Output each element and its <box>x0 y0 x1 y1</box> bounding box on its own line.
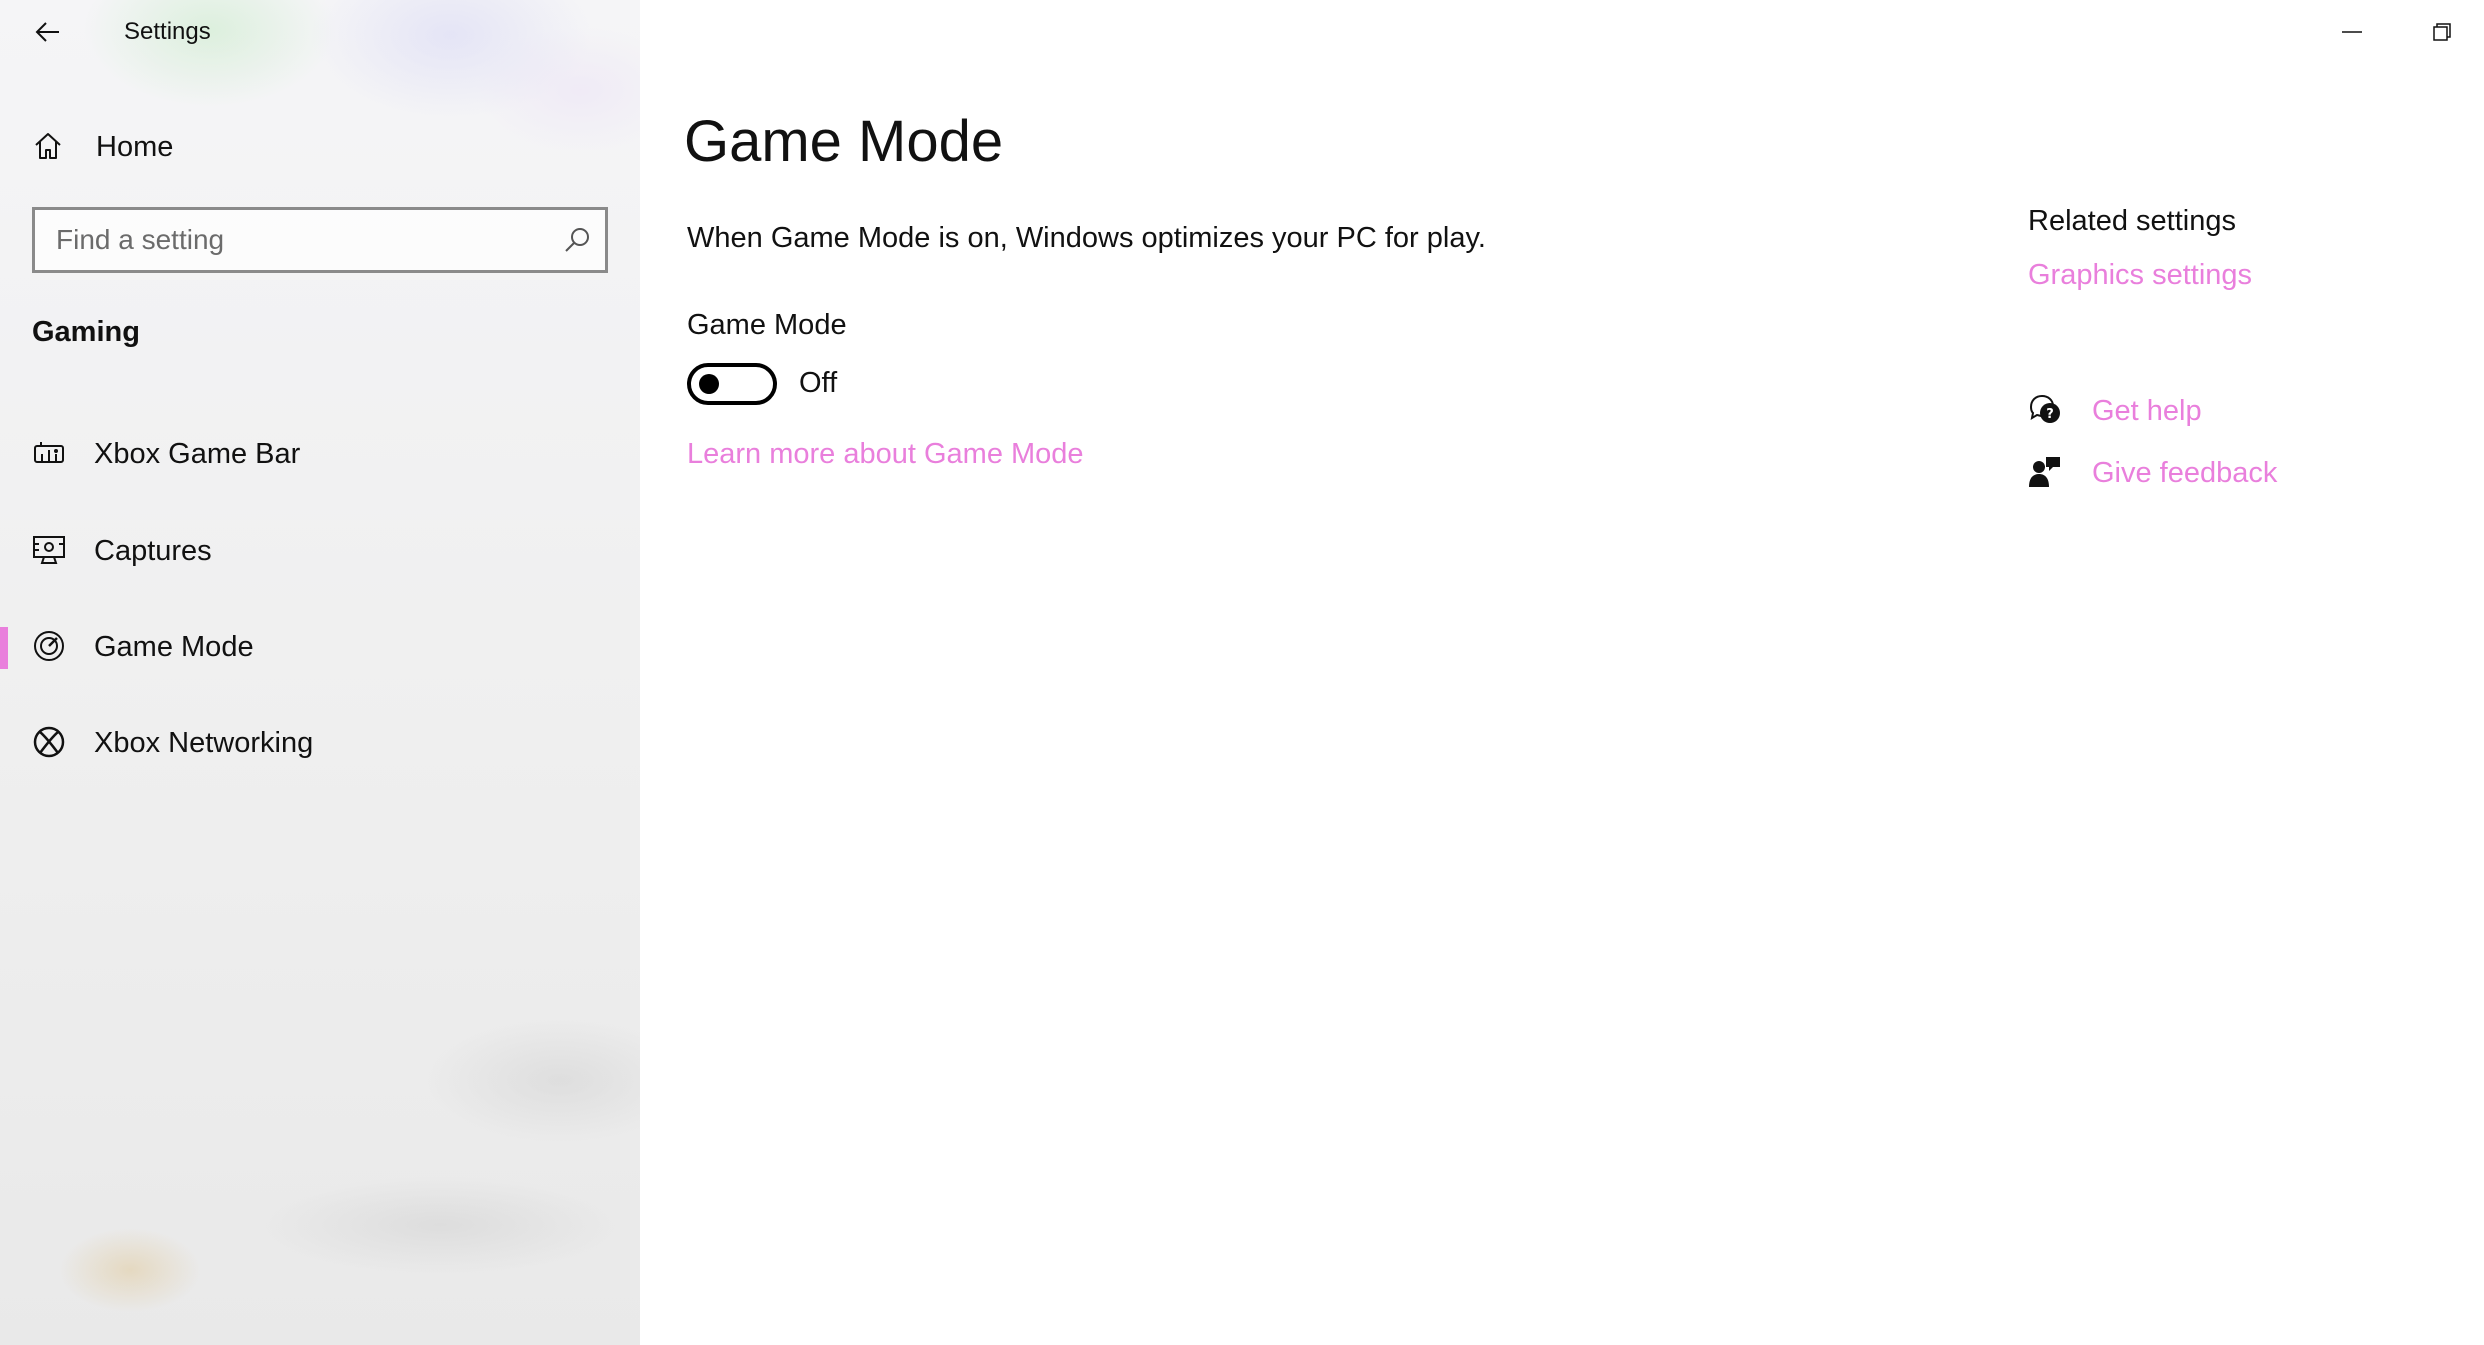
back-button[interactable] <box>24 12 72 52</box>
restore-button[interactable] <box>2418 12 2466 52</box>
back-arrow-icon <box>35 22 59 42</box>
sidebar-item-game-mode[interactable]: Game Mode <box>0 607 640 687</box>
app-title: Settings <box>124 18 211 45</box>
game-mode-toggle[interactable] <box>687 363 777 405</box>
give-feedback-icon <box>2029 457 2060 487</box>
minimize-icon <box>2342 31 2362 33</box>
sidebar-item-captures[interactable]: Captures <box>0 511 640 591</box>
give-feedback-link[interactable]: Give feedback <box>2028 451 2348 495</box>
sidebar-item-label: Xbox Networking <box>94 727 314 759</box>
selected-indicator <box>0 627 8 669</box>
search-input[interactable] <box>35 210 535 270</box>
sidebar-item-label: Xbox Game Bar <box>94 438 301 470</box>
home-icon <box>35 133 61 159</box>
toggle-state-text: Off <box>799 367 838 399</box>
sidebar-item-home-label: Home <box>96 131 174 163</box>
restore-icon <box>2433 23 2451 41</box>
xbox-game-bar-icon <box>34 442 64 463</box>
game-mode-toggle-label: Game Mode <box>687 309 847 341</box>
page-description: When Game Mode is on, Windows optimizes … <box>687 222 1486 254</box>
page-title: Game Mode <box>684 109 1004 174</box>
sidebar-item-home[interactable]: Home <box>0 115 640 175</box>
get-help-link[interactable]: ? Get help <box>2028 389 2348 433</box>
sidebar-item-xbox-game-bar[interactable]: Xbox Game Bar <box>0 414 640 494</box>
sidebar-item-label: Captures <box>94 535 212 567</box>
learn-more-link[interactable]: Learn more about Game Mode <box>687 438 1084 471</box>
sidebar-item-xbox-networking[interactable]: Xbox Networking <box>0 703 640 783</box>
give-feedback-label: Give feedback <box>2092 457 2278 489</box>
xbox-icon <box>33 726 65 758</box>
minimize-button[interactable] <box>2328 12 2376 52</box>
captures-icon <box>33 536 65 564</box>
get-help-label: Get help <box>2092 395 2202 427</box>
toggle-knob <box>699 374 719 394</box>
get-help-icon: ? <box>2029 394 2060 423</box>
search-icon[interactable] <box>563 226 591 254</box>
sidebar: Settings Home Gaming Xbox Game Bar <box>0 0 640 1345</box>
sidebar-item-label: Game Mode <box>94 631 254 663</box>
game-mode-icon <box>34 631 64 661</box>
section-heading-gaming: Gaming <box>32 316 140 348</box>
search-box <box>32 207 608 273</box>
settings-window: Settings Home Gaming Xbox Game Bar <box>0 0 2484 1345</box>
svg-text:?: ? <box>2046 407 2054 422</box>
graphics-settings-link[interactable]: Graphics settings <box>2028 259 2252 292</box>
main-content: Game Mode When Game Mode is on, Windows … <box>640 0 2484 1345</box>
related-settings-heading: Related settings <box>2028 205 2236 237</box>
